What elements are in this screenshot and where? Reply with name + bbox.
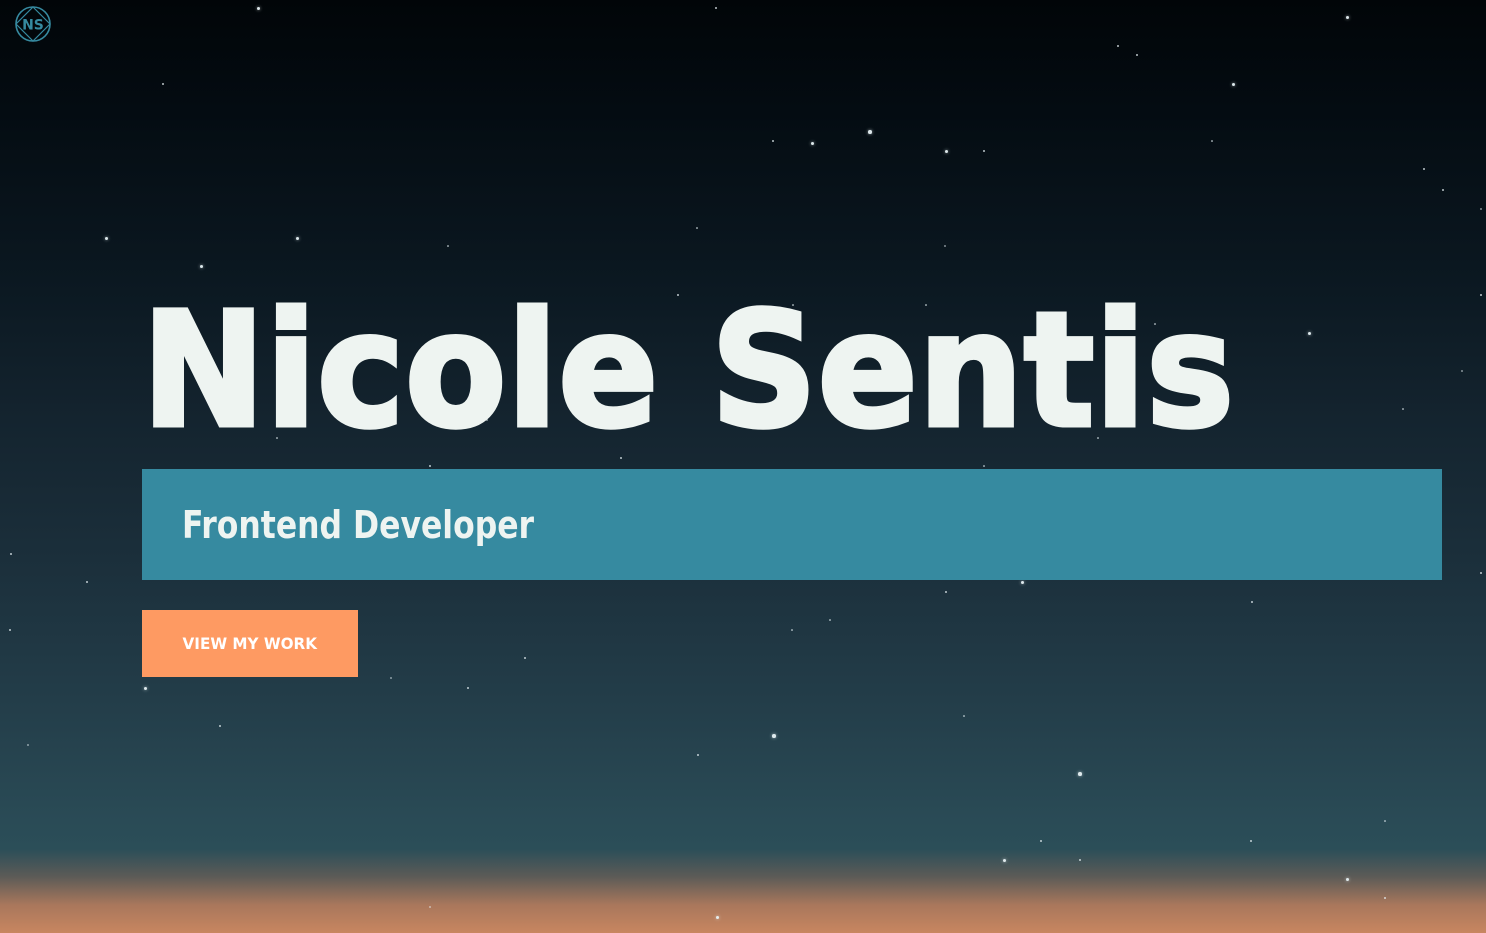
star-dot	[8, 628, 12, 632]
star-dot	[1345, 15, 1349, 19]
star-dot	[810, 141, 814, 145]
star-dot	[447, 245, 449, 247]
star-dot	[1422, 167, 1426, 171]
logo-monogram: NS	[22, 18, 44, 34]
star-dot	[1211, 140, 1213, 142]
star-dot	[1039, 839, 1043, 843]
logo-emblem-icon: NS	[15, 6, 51, 42]
star-dot	[1078, 772, 1082, 776]
star-dot	[85, 580, 89, 584]
star-dot	[696, 227, 698, 229]
star-dot	[161, 82, 165, 86]
star-dot	[1078, 858, 1082, 862]
star-dot	[771, 139, 775, 143]
star-dot	[1479, 293, 1483, 297]
star-dot	[256, 6, 260, 10]
star-dot	[295, 236, 299, 240]
star-dot	[696, 753, 700, 757]
star-dot	[143, 686, 147, 690]
star-dot	[1116, 44, 1120, 48]
star-dot	[1480, 208, 1482, 210]
star-dot	[963, 715, 965, 717]
star-dot	[944, 149, 948, 153]
hero-section: Nicole Sentis Frontend Developer VIEW MY…	[140, 279, 1442, 677]
star-dot	[1479, 571, 1483, 575]
star-dot	[715, 915, 719, 919]
star-dot	[714, 6, 718, 10]
star-dot	[390, 677, 392, 679]
role-banner: Frontend Developer	[142, 469, 1442, 580]
star-dot	[27, 744, 29, 746]
hero-name-heading: Nicole Sentis	[140, 279, 1237, 463]
star-dot	[199, 264, 203, 268]
star-dot	[218, 724, 222, 728]
star-dot	[1231, 82, 1235, 86]
star-dot	[1345, 877, 1349, 881]
star-dot	[1002, 858, 1006, 862]
star-dot	[1441, 188, 1445, 192]
star-dot	[104, 236, 108, 240]
star-dot	[9, 552, 13, 556]
star-dot	[429, 906, 431, 908]
star-dot	[1135, 53, 1139, 57]
star-dot	[1249, 839, 1253, 843]
star-dot	[982, 149, 986, 153]
star-dot	[466, 686, 470, 690]
view-my-work-label: VIEW MY WORK	[182, 634, 318, 653]
star-dot	[1461, 370, 1463, 372]
role-title: Frontend Developer	[182, 502, 535, 547]
star-dot	[1384, 820, 1386, 822]
star-dot	[868, 130, 872, 134]
site-logo[interactable]: NS	[14, 5, 52, 43]
star-dot	[772, 734, 776, 738]
star-dot	[944, 245, 946, 247]
view-my-work-button[interactable]: VIEW MY WORK	[142, 610, 358, 677]
star-dot	[1383, 896, 1387, 900]
